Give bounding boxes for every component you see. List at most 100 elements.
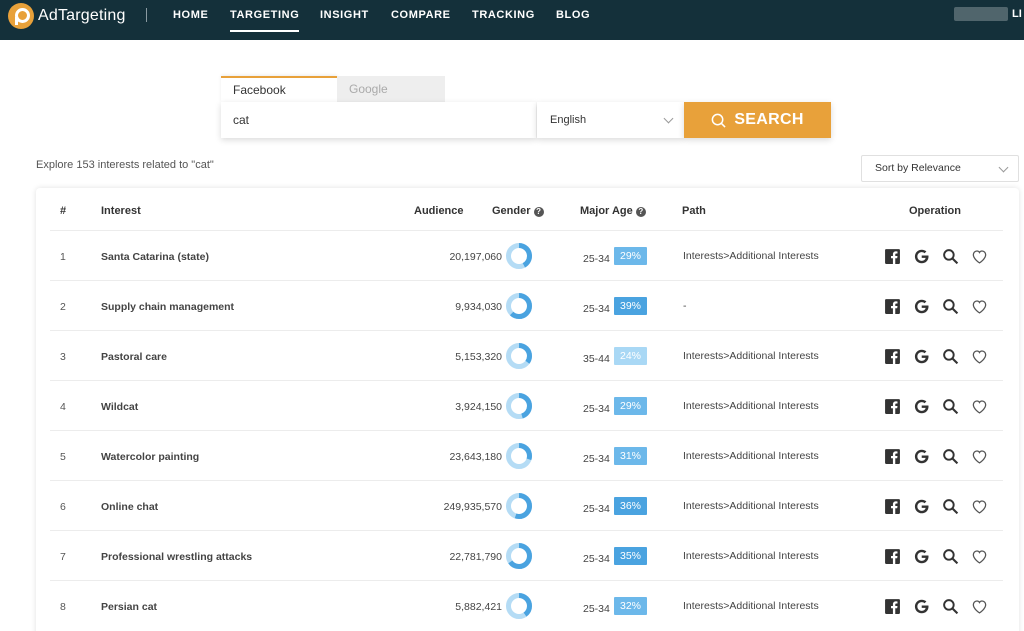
- table-row: 8 Persian cat 5,882,421 25-34 32% Interests>A…: [50, 580, 1003, 630]
- nav-tracking[interactable]: TRACKING: [472, 9, 535, 21]
- table-row: 6 Online chat 249,935,570 25-34 36% Interests…: [50, 480, 1003, 530]
- search-icon[interactable]: [942, 298, 959, 315]
- interest-path: Interests>Additional Interests: [683, 350, 819, 362]
- row-number: 2: [60, 301, 66, 313]
- nav-targeting[interactable]: TARGETING: [230, 9, 300, 32]
- heart-icon[interactable]: [971, 448, 988, 465]
- heart-icon[interactable]: [971, 348, 988, 365]
- help-icon[interactable]: ?: [635, 207, 646, 217]
- interest-path: Interests>Additional Interests: [683, 500, 819, 512]
- search-icon[interactable]: [942, 498, 959, 515]
- heart-icon[interactable]: [971, 548, 988, 565]
- search-icon[interactable]: [942, 398, 959, 415]
- search-input[interactable]: [221, 102, 536, 138]
- gender-donut-chart[interactable]: [505, 342, 533, 370]
- row-operations: [884, 498, 994, 516]
- row-number: 1: [60, 251, 66, 263]
- age-percent-badge: 24%: [614, 347, 647, 365]
- facebook-icon[interactable]: [884, 498, 901, 515]
- facebook-icon[interactable]: [884, 298, 901, 315]
- results-table: # Interest Audience Gender? Major Age? P…: [36, 188, 1019, 631]
- interest-name[interactable]: Watercolor painting: [101, 451, 199, 463]
- interest-name[interactable]: Professional wrestling attacks: [101, 551, 252, 563]
- logo-icon: [8, 3, 34, 29]
- major-age: 25-34: [583, 553, 610, 565]
- google-icon[interactable]: [913, 598, 930, 615]
- nav-divider: [146, 8, 147, 22]
- search-icon[interactable]: [942, 248, 959, 265]
- user-initials[interactable]: LI: [1012, 8, 1022, 20]
- audience-size: 5,882,421: [455, 601, 502, 613]
- gender-donut-chart[interactable]: [505, 542, 533, 570]
- nav-blog[interactable]: BLOG: [556, 9, 590, 21]
- age-percent-badge: 35%: [614, 547, 647, 565]
- age-percent-badge: 29%: [614, 397, 647, 415]
- heart-icon[interactable]: [971, 398, 988, 415]
- chevron-down-icon: [663, 113, 674, 124]
- facebook-icon[interactable]: [884, 348, 901, 365]
- table-row: 5 Watercolor painting 23,643,180 25-34 31% In…: [50, 430, 1003, 480]
- sort-select[interactable]: Sort by Relevance: [861, 155, 1019, 182]
- interest-name[interactable]: Persian cat: [101, 601, 157, 613]
- facebook-icon[interactable]: [884, 548, 901, 565]
- google-icon[interactable]: [913, 548, 930, 565]
- nav-home[interactable]: HOME: [173, 9, 208, 21]
- interest-name[interactable]: Wildcat: [101, 401, 138, 413]
- row-operations: [884, 248, 994, 266]
- google-icon[interactable]: [913, 448, 930, 465]
- audience-size: 9,934,030: [455, 301, 502, 313]
- audience-size: 5,153,320: [455, 351, 502, 363]
- heart-icon[interactable]: [971, 598, 988, 615]
- google-icon[interactable]: [913, 398, 930, 415]
- google-icon[interactable]: [913, 498, 930, 515]
- logo-text: AdTargeting: [38, 7, 126, 24]
- table-row: 3 Pastoral care 5,153,320 35-44 24% Interests…: [50, 330, 1003, 380]
- row-operations: [884, 398, 994, 416]
- facebook-icon[interactable]: [884, 598, 901, 615]
- search-icon[interactable]: [942, 598, 959, 615]
- google-icon[interactable]: [913, 298, 930, 315]
- header-major-age: Major Age?: [580, 205, 646, 217]
- interest-name[interactable]: Santa Catarina (state): [101, 251, 209, 263]
- interest-path: Interests>Additional Interests: [683, 450, 819, 462]
- gender-donut-chart[interactable]: [505, 492, 533, 520]
- interest-name[interactable]: Online chat: [101, 501, 158, 513]
- search-button-label: SEARCH: [734, 111, 804, 128]
- search-button[interactable]: SEARCH: [684, 102, 831, 138]
- facebook-icon[interactable]: [884, 248, 901, 265]
- gender-donut-chart[interactable]: [505, 242, 533, 270]
- tab-facebook-interest[interactable]: Facebook Interest: [221, 76, 337, 121]
- heart-icon[interactable]: [971, 498, 988, 515]
- interest-name[interactable]: Pastoral care: [101, 351, 167, 363]
- logo[interactable]: AdTargeting: [8, 3, 126, 29]
- facebook-icon[interactable]: [884, 398, 901, 415]
- row-operations: [884, 348, 994, 366]
- facebook-icon[interactable]: [884, 448, 901, 465]
- google-icon[interactable]: [913, 348, 930, 365]
- tab-google-keyword[interactable]: Google Keyword: [337, 76, 445, 122]
- audience-size: 3,924,150: [455, 401, 502, 413]
- heart-icon[interactable]: [971, 298, 988, 315]
- major-age: 25-34: [583, 603, 610, 615]
- row-number: 4: [60, 401, 66, 413]
- header-audience[interactable]: Audience: [414, 205, 464, 217]
- gender-donut-chart[interactable]: [505, 292, 533, 320]
- nav-compare[interactable]: COMPARE: [391, 9, 451, 21]
- gender-donut-chart[interactable]: [505, 442, 533, 470]
- gender-donut-chart[interactable]: [505, 392, 533, 420]
- nav-insight[interactable]: INSIGHT: [320, 9, 369, 21]
- heart-icon[interactable]: [971, 248, 988, 265]
- search-icon[interactable]: [942, 448, 959, 465]
- table-row: 4 Wildcat 3,924,150 25-34 29% Interests>Addit…: [50, 380, 1003, 430]
- row-operations: [884, 448, 994, 466]
- language-select[interactable]: English: [537, 102, 684, 138]
- search-icon[interactable]: [942, 548, 959, 565]
- google-icon[interactable]: [913, 248, 930, 265]
- help-icon[interactable]: ?: [533, 207, 544, 217]
- user-name-blurred[interactable]: [954, 7, 1008, 21]
- search-icon[interactable]: [942, 348, 959, 365]
- interest-name[interactable]: Supply chain management: [101, 301, 234, 313]
- gender-donut-chart[interactable]: [505, 592, 533, 620]
- header-operation: Operation: [909, 205, 961, 217]
- language-value: English: [550, 114, 587, 126]
